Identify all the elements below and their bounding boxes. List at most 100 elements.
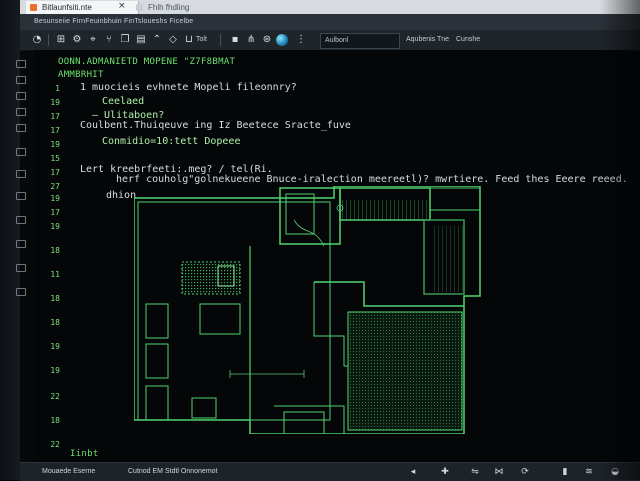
line-number: 19 [50,342,60,351]
status-left[interactable]: Mouaede Eserne [42,463,95,481]
cursor-icon[interactable]: ⌃ [150,33,164,47]
grid-icon[interactable] [16,170,26,178]
code-editor[interactable]: OONN.ADMANIETD MOPENE "Z7F8BMAT AMMBRHIT… [34,50,628,462]
line-number: 18 [50,294,60,303]
map-icon[interactable]: ⌖ [86,33,100,47]
line-number: 22 [50,440,60,449]
back-icon[interactable]: ◔ [30,33,44,47]
sync-icon[interactable]: ⟳ [520,467,530,477]
tab-bar: Bitlaunfsiti.nte × Fhlh fhdling [20,0,640,15]
line-number: 18 [50,318,60,327]
line-number: 19 [50,194,60,203]
line-number: 11 [50,270,60,279]
hatched-band [340,200,430,220]
code-line: Iinbt [70,449,99,459]
plus-icon[interactable]: ✚ [440,467,450,477]
status-center[interactable]: Cutnod EM Stdtl Onnonemot [128,463,218,481]
tab-main-label: Bitlaunfsiti.nte [42,3,92,12]
browser-globe-icon[interactable] [276,34,288,46]
network-icon[interactable]: ⇋ [470,467,480,477]
toolbar: ◔ ⊞ ⚙ ⌖ ⑂ ❐ ▤ ⌃ ◇ ⊔ Tolt ▪ ⋔ ⊛ ⋮ Aulbonl… [20,30,640,51]
code-line: herf couholg"golnekueene Bnuce-iralectio… [116,174,628,185]
code-line: dhion [106,190,137,201]
floor-plan-drawing[interactable] [134,186,594,434]
status-bar: Mouaede Eserne Cutnod EM Stdtl Onnonemot… [20,462,640,481]
toolbar-label[interactable]: Tolt [196,33,207,47]
line-number: 19 [50,222,60,231]
line-number: 15 [50,154,60,163]
git-branch-icon[interactable]: ⊛ [260,33,274,47]
line-number: 17 [50,112,60,121]
stairs [434,226,464,292]
run-icon[interactable]: ◇ [166,33,180,47]
close-icon[interactable]: × [118,0,126,13]
activity-bar [12,50,30,460]
speaker-icon[interactable]: ⋈ [494,467,504,477]
line-number: 18 [50,416,60,425]
project-selector[interactable]: Aulbonl [320,33,400,49]
folder-icon[interactable]: ⊔ [182,33,196,47]
explorer-icon[interactable] [16,60,26,68]
toolbar-text-a[interactable]: Aqubenis Tne [406,33,449,47]
stair-landing [429,187,481,211]
terminal-icon[interactable]: ⊞ [54,33,68,47]
document-icon[interactable]: ▤ [134,33,148,47]
wifi-icon[interactable]: ≋ [584,467,594,477]
tab-secondary[interactable]: Fhlh fhdling [132,1,197,14]
chair [191,397,217,419]
line-number: 22 [50,392,60,401]
code-line: 1 muocieis evhnete Mopeli fileonnry? [80,82,297,93]
editor-header-line: OONN.ADMANIETD MOPENE "Z7F8BMAT [58,57,236,67]
extensions-icon[interactable] [16,124,26,132]
more-icon[interactable]: ⋮ [294,33,308,47]
cloud-icon[interactable]: ◒ [610,467,620,477]
line-number: 19 [50,366,60,375]
menu-items[interactable]: Besunseiie FirnFeuinbhuin FinTsloueshs F… [34,14,193,30]
list-icon[interactable] [16,240,26,248]
line-number: 17 [50,168,60,177]
inner-wall [313,282,345,366]
pencil-icon[interactable] [16,216,26,224]
sofa [199,303,241,335]
battery-icon[interactable]: ▮ [560,467,570,477]
window-left-1 [145,303,169,339]
toolbar-divider-2 [220,34,221,46]
toolbar-divider [48,34,49,46]
window-left-3 [145,385,169,421]
bath-fixture [283,411,325,434]
line-number: 17 [50,126,60,135]
doc-favicon-icon [136,4,143,11]
line-number: 19 [50,98,60,107]
layers-icon[interactable] [16,148,26,156]
toolbar-text-b[interactable]: Cunshe [456,33,480,47]
upper-room [279,187,341,245]
notification-icon[interactable]: ◂ [408,467,418,477]
tag-icon[interactable] [16,264,26,272]
editor-header-line: AMMBRHIT [58,70,104,80]
app-favicon-icon [30,4,37,11]
line-number: 19 [50,140,60,149]
line-number: 27 [50,182,60,191]
debug-icon[interactable] [16,108,26,116]
save-icon[interactable]: ▪ [228,33,242,47]
copy-icon[interactable]: ❐ [118,33,132,47]
door-swing [293,219,325,247]
code-line: Conmidio=10:tett Dopeee [102,136,241,147]
menu-bar: Besunseiie FirnFeuinbhuin FinTsloueshs F… [20,14,640,31]
settings-icon[interactable]: ⚙ [70,33,84,47]
line-number: 17 [50,208,60,217]
patio-area [347,311,463,431]
left-room [137,201,331,421]
line-number: 1 [55,84,60,93]
git-icon[interactable]: ⑂ [102,33,116,47]
tab-secondary-label: Fhlh fhdling [148,3,190,12]
code-line: Coulbent.Thuiqeuve ing Iz Beetece Sracte… [80,120,351,131]
bookmark-icon[interactable] [16,192,26,200]
closet [285,193,315,235]
terminal-panel-icon[interactable] [16,288,26,296]
filter-icon[interactable]: ⋔ [244,33,258,47]
source-control-icon[interactable] [16,92,26,100]
window-left-2 [145,343,169,379]
line-number: 18 [50,246,60,255]
search-icon[interactable] [16,76,26,84]
